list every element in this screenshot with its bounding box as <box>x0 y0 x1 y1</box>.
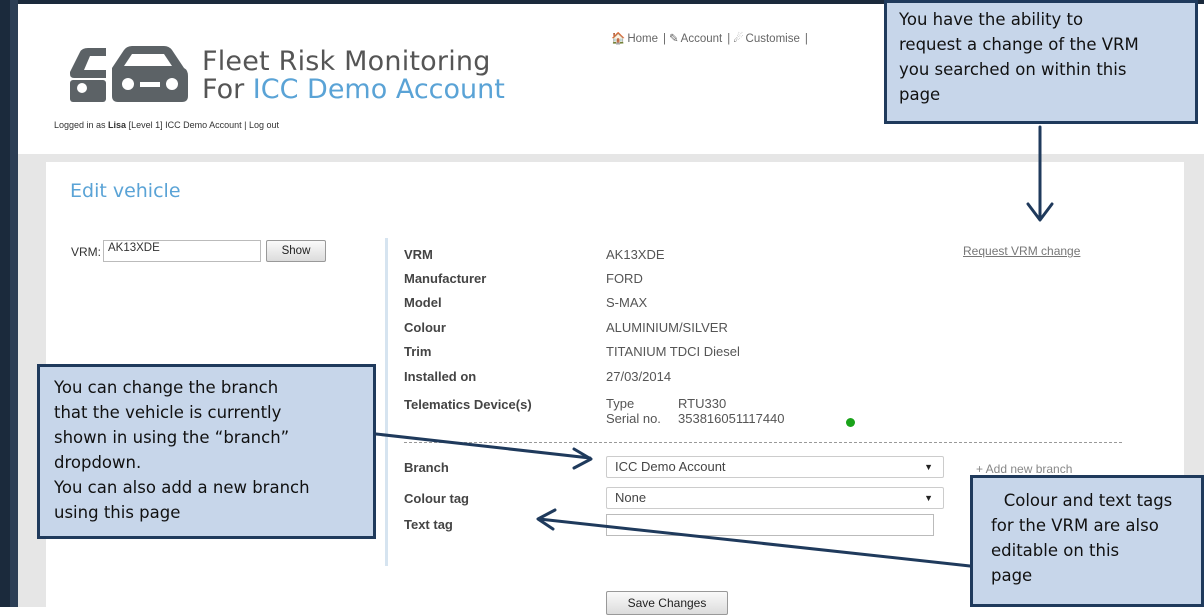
callout-line: you searched on within this <box>899 60 1127 79</box>
branch-select-value: ICC Demo Account <box>615 459 726 474</box>
add-branch-link[interactable]: + Add new branch <box>976 462 1072 476</box>
detail-label-model: Model <box>404 295 442 310</box>
login-user: Lisa <box>108 120 127 130</box>
callout-line: for the VRM are also <box>991 516 1159 535</box>
app-subtitle-prefix: For <box>202 74 253 105</box>
detail-value-vrm: AK13XDE <box>606 247 665 262</box>
app-title: Fleet Risk Monitoring <box>202 46 491 77</box>
device-serial-value: 353816051117440 <box>678 411 785 426</box>
callout-line: You can also add a new branch <box>54 478 310 497</box>
text-tag-label: Text tag <box>404 517 453 532</box>
callout-line: page <box>991 566 1033 585</box>
vertical-divider <box>385 238 388 566</box>
callout-line: request a change of the VRM <box>899 35 1139 54</box>
device-type-label: Type <box>606 396 635 411</box>
top-nav: 🏠 Home | ✎ Account | ☄ Customise | <box>611 31 811 45</box>
car-logo-icon <box>70 46 188 102</box>
chevron-down-icon: ▼ <box>924 462 933 472</box>
branch-select[interactable]: ICC Demo Account ▼ <box>606 456 944 478</box>
login-status: Logged in as Lisa [Level 1] ICC Demo Acc… <box>54 120 279 130</box>
callout-line: dropdown. <box>54 453 142 472</box>
device-serial-label: Serial no. <box>606 411 661 426</box>
device-label: Telematics Device(s) <box>404 397 532 412</box>
detail-value-installed-on: 27/03/2014 <box>606 369 672 384</box>
callout-line: page <box>899 85 941 104</box>
home-icon[interactable]: 🏠 <box>611 33 625 45</box>
window-frame-left <box>0 0 10 607</box>
nav-account[interactable]: Account <box>681 33 723 45</box>
callout-tags: Colour and text tags for the VRM are als… <box>970 475 1204 607</box>
page-title: Edit vehicle <box>70 180 181 202</box>
vrm-input[interactable]: AK13XDE <box>103 240 261 262</box>
compass-icon[interactable]: ☄ <box>733 33 743 45</box>
callout-line: editable on this <box>991 541 1120 560</box>
login-suffix: [Level 1] ICC Demo Account | Log out <box>126 120 279 130</box>
callout-line: that the vehicle is currently <box>54 403 282 422</box>
section-divider <box>404 442 1122 443</box>
login-prefix: Logged in as <box>54 120 109 130</box>
detail-value-model: S-MAX <box>606 295 648 310</box>
detail-label-colour: Colour <box>404 320 446 335</box>
colour-tag-value: None <box>615 490 647 505</box>
detail-label-vrm: VRM <box>404 247 433 262</box>
detail-value-colour: ALUMINIUM/SILVER <box>606 320 728 335</box>
app-subtitle: For ICC Demo Account <box>202 76 505 104</box>
nav-separator: | <box>727 33 731 45</box>
nav-separator: | <box>663 33 667 45</box>
nav-customise[interactable]: Customise <box>746 33 800 45</box>
callout-line: You can change the branch <box>54 378 279 397</box>
device-status-dot <box>846 418 855 427</box>
nav-home[interactable]: Home <box>627 33 658 45</box>
device-type-value: RTU330 <box>678 396 727 411</box>
callout-line: shown in using the “branch” <box>54 428 290 447</box>
colour-tag-label: Colour tag <box>404 491 469 506</box>
detail-value-manufacturer: FORD <box>606 271 643 286</box>
edit-icon[interactable]: ✎ <box>669 33 679 45</box>
request-vrm-change-link[interactable]: Request VRM change <box>963 244 1080 258</box>
save-changes-button[interactable]: Save Changes <box>606 591 728 615</box>
detail-value-trim: TITANIUM TDCI Diesel <box>606 344 740 359</box>
detail-label-manufacturer: Manufacturer <box>404 271 487 286</box>
branch-label: Branch <box>404 460 449 475</box>
show-button[interactable]: Show <box>266 240 326 262</box>
detail-label-installed-on: Installed on <box>404 369 477 384</box>
colour-tag-select[interactable]: None ▼ <box>606 487 944 509</box>
text-tag-input[interactable] <box>606 514 934 536</box>
callout-vrm-change: You have the ability to request a change… <box>884 0 1198 124</box>
callout-line: Colour and text tags <box>1003 491 1173 510</box>
account-name: ICC Demo Account <box>252 74 505 105</box>
callout-line: using this page <box>54 503 181 522</box>
detail-label-trim: Trim <box>404 344 432 359</box>
callout-line: You have the ability to <box>899 10 1084 29</box>
nav-separator: | <box>804 33 808 45</box>
window-frame-shadow <box>10 0 18 607</box>
callout-branch: You can change the branch that the vehic… <box>37 364 376 539</box>
vrm-label: VRM: <box>71 245 101 259</box>
chevron-down-icon: ▼ <box>924 493 933 503</box>
